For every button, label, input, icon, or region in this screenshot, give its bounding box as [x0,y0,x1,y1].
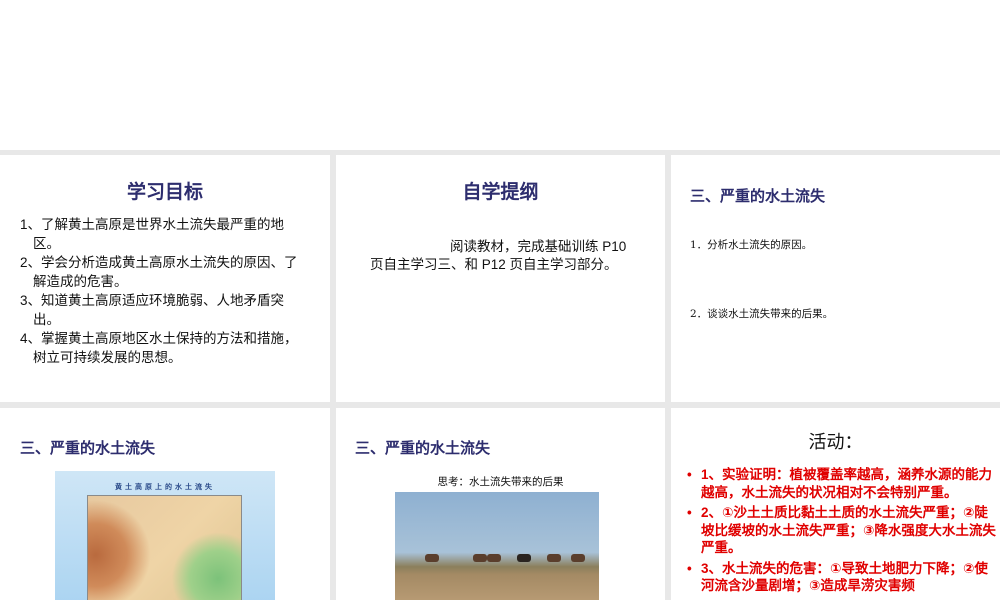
list-item: 3、水土流失的危害：①导致土地肥力下降；②使河流含沙量剧增；③造成旱涝灾害频 [687,560,997,595]
goals-list: 1、了解黄土高原是世界水土流失最严重的地区。 2、学会分析造成黄土高原水土流失的… [20,215,310,367]
slide-photo[interactable]: 三、严重的水土流失 思考：水土流失带来的后果 [336,408,665,600]
activity-list: 1、实验证明：植被覆盖率越高，涵养水源的能力越高，水土流失的状况相对不会特别严重… [687,466,997,598]
slide-title: 活动： [808,432,863,452]
list-item: 3、知道黄土高原适应环境脆弱、人地矛盾突出。 [20,293,285,327]
slide-learning-goals[interactable]: 学习目标 1、了解黄土高原是世界水土流失最严重的地区。 2、学会分析造成黄土高原… [0,155,330,402]
slide-title: 三、严重的水土流失 [355,440,491,457]
question-1: 1．分析水土流失的原因。 [690,239,813,251]
slide-map[interactable]: 三、严重的水土流失 黄土高原上的水土流失 [0,408,330,600]
photo-caption: 思考：水土流失带来的后果 [437,476,564,488]
question-2: 2．谈谈水土流失带来的后果。 [690,308,834,320]
loess-plateau-map-image: 黄土高原上的水土流失 [55,471,275,600]
map-title: 黄土高原上的水土流失 [115,484,215,491]
grazing-goats-photo [395,492,599,600]
list-item: 4、掌握黄土高原地区水土保持的方法和措施，树立可持续发展的思想。 [20,331,298,365]
list-item: 2、①沙土土质比黏土土质的水土流失严重；②陡坡比缓坡的水土流失严重；③降水强度大… [687,504,997,557]
list-item: 1、实验证明：植被覆盖率越高，涵养水源的能力越高，水土流失的状况相对不会特别严重… [687,466,997,501]
outline-line-1: 阅读教材，完成基础训练 P10 [450,239,627,254]
list-item: 2、学会分析造成黄土高原水土流失的原因、了解造成的危害。 [20,255,298,289]
outline-line-2: 页自主学习三、和 P12 页自主学习部分。 [370,257,618,272]
map-terrain [87,495,242,600]
slide-title: 三、严重的水土流失 [20,440,156,457]
slide-self-study-outline[interactable]: 自学提纲 阅读教材，完成基础训练 P10 页自主学习三、和 P12 页自主学习部… [336,155,665,402]
list-item: 1、了解黄土高原是世界水土流失最严重的地区。 [20,217,285,251]
slide-questions[interactable]: 三、严重的水土流失 1．分析水土流失的原因。 2．谈谈水土流失带来的后果。 [671,155,1000,402]
slide-activity[interactable]: 活动： 1、实验证明：植被覆盖率越高，涵养水源的能力越高，水土流失的状况相对不会… [671,408,1000,600]
slide-title: 自学提纲 [462,182,539,203]
blank-header-area [0,0,1000,150]
slide-title: 学习目标 [126,182,203,203]
slide-title: 三、严重的水土流失 [690,188,826,205]
